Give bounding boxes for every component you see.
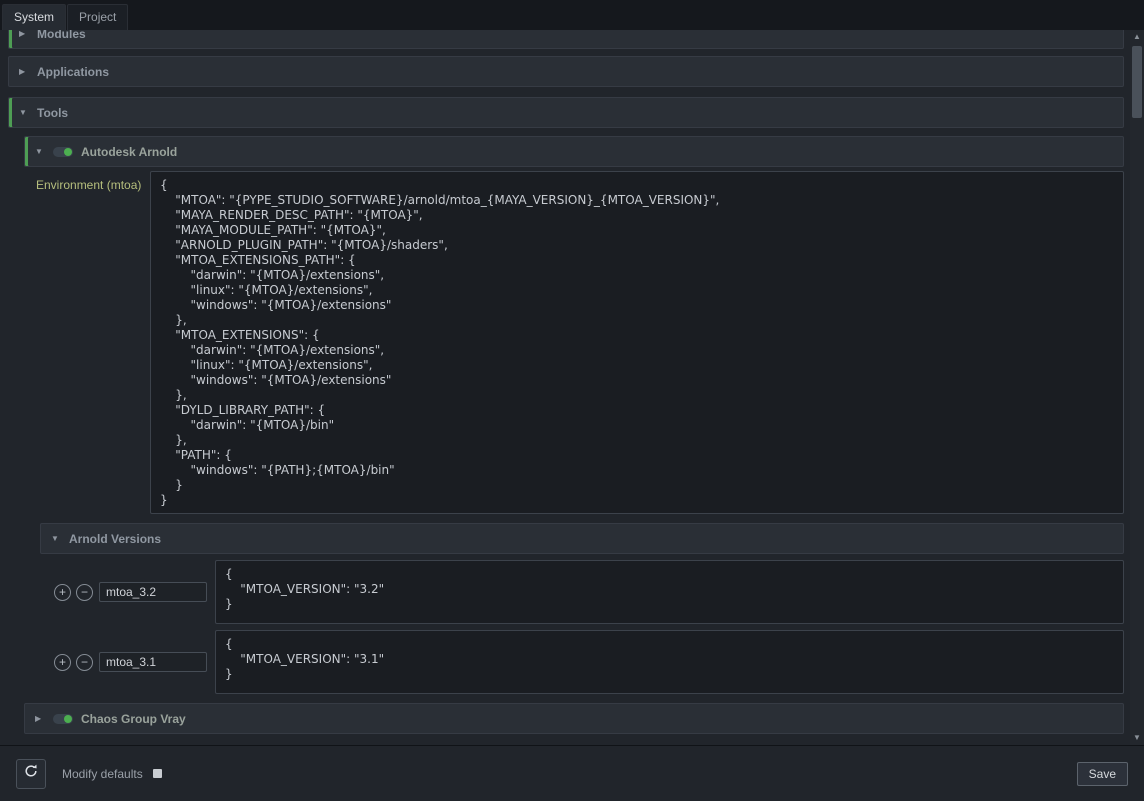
scroll-down-icon[interactable]: ▼ bbox=[1130, 731, 1144, 745]
version-name-input[interactable] bbox=[99, 652, 207, 672]
chevron-down-icon: ▼ bbox=[35, 147, 45, 156]
group-header-chaos-group-vray[interactable]: ▶ Chaos Group Vray bbox=[24, 703, 1124, 734]
scrollbar-thumb[interactable] bbox=[1132, 46, 1142, 118]
vertical-scrollbar[interactable]: ▲ ▼ bbox=[1130, 30, 1144, 745]
group-label-autodesk-arnold: Autodesk Arnold bbox=[81, 145, 177, 159]
section-header-arnold-versions[interactable]: ▼ Arnold Versions bbox=[40, 523, 1124, 554]
settings-window: System Project ▶ Modules ▶ Applications … bbox=[0, 0, 1144, 801]
add-version-button[interactable]: + bbox=[54, 584, 71, 601]
version-row: + − { "MTOA_VERSION": "3.1" } bbox=[48, 630, 1124, 694]
version-row: + − { "MTOA_VERSION": "3.2" } bbox=[48, 560, 1124, 624]
version-row-buttons: + − bbox=[48, 584, 93, 601]
version-row-buttons: + − bbox=[48, 654, 93, 671]
tab-project[interactable]: Project bbox=[67, 4, 128, 30]
section-label-arnold-versions: Arnold Versions bbox=[69, 532, 161, 546]
chevron-right-icon: ▶ bbox=[35, 714, 45, 723]
chevron-right-icon: ▶ bbox=[19, 67, 29, 76]
save-button[interactable]: Save bbox=[1077, 762, 1128, 786]
section-header-modules[interactable]: ▶ Modules bbox=[8, 30, 1124, 49]
scroll-up-icon[interactable]: ▲ bbox=[1130, 30, 1144, 44]
add-version-button[interactable]: + bbox=[54, 654, 71, 671]
version-json-editor[interactable]: { "MTOA_VERSION": "3.1" } bbox=[215, 630, 1124, 694]
settings-content: ▶ Modules ▶ Applications ▼ Tools ▼ Autod… bbox=[0, 30, 1130, 745]
modify-defaults-checkbox[interactable] bbox=[153, 769, 162, 778]
section-label-tools: Tools bbox=[37, 106, 68, 120]
chevron-down-icon: ▼ bbox=[19, 108, 29, 117]
section-header-tools[interactable]: ▼ Tools bbox=[8, 97, 1124, 128]
group-label-chaos-group-vray: Chaos Group Vray bbox=[81, 712, 186, 726]
remove-version-button[interactable]: − bbox=[76, 654, 93, 671]
section-label-applications: Applications bbox=[37, 65, 109, 79]
group-header-autodesk-arnold[interactable]: ▼ Autodesk Arnold bbox=[24, 136, 1124, 167]
tab-system[interactable]: System bbox=[2, 4, 66, 30]
refresh-button[interactable] bbox=[16, 759, 46, 789]
footer-bar: Modify defaults Save bbox=[0, 745, 1144, 801]
version-name-input[interactable] bbox=[99, 582, 207, 602]
tab-bar: System Project bbox=[0, 0, 1144, 30]
section-header-applications[interactable]: ▶ Applications bbox=[8, 56, 1124, 87]
enabled-toggle-icon[interactable] bbox=[53, 714, 73, 724]
environment-label: Environment (mtoa) bbox=[24, 171, 150, 514]
version-json-editor[interactable]: { "MTOA_VERSION": "3.2" } bbox=[215, 560, 1124, 624]
section-label-modules: Modules bbox=[37, 30, 86, 41]
environment-json-editor[interactable]: { "MTOA": "{PYPE_STUDIO_SOFTWARE}/arnold… bbox=[150, 171, 1124, 514]
modify-defaults-label: Modify defaults bbox=[62, 767, 143, 781]
chevron-down-icon: ▼ bbox=[51, 534, 61, 543]
remove-version-button[interactable]: − bbox=[76, 584, 93, 601]
environment-row: Environment (mtoa) { "MTOA": "{PYPE_STUD… bbox=[24, 171, 1124, 514]
enabled-toggle-icon[interactable] bbox=[53, 147, 73, 157]
chevron-right-icon: ▶ bbox=[19, 30, 29, 38]
refresh-icon bbox=[23, 763, 39, 784]
